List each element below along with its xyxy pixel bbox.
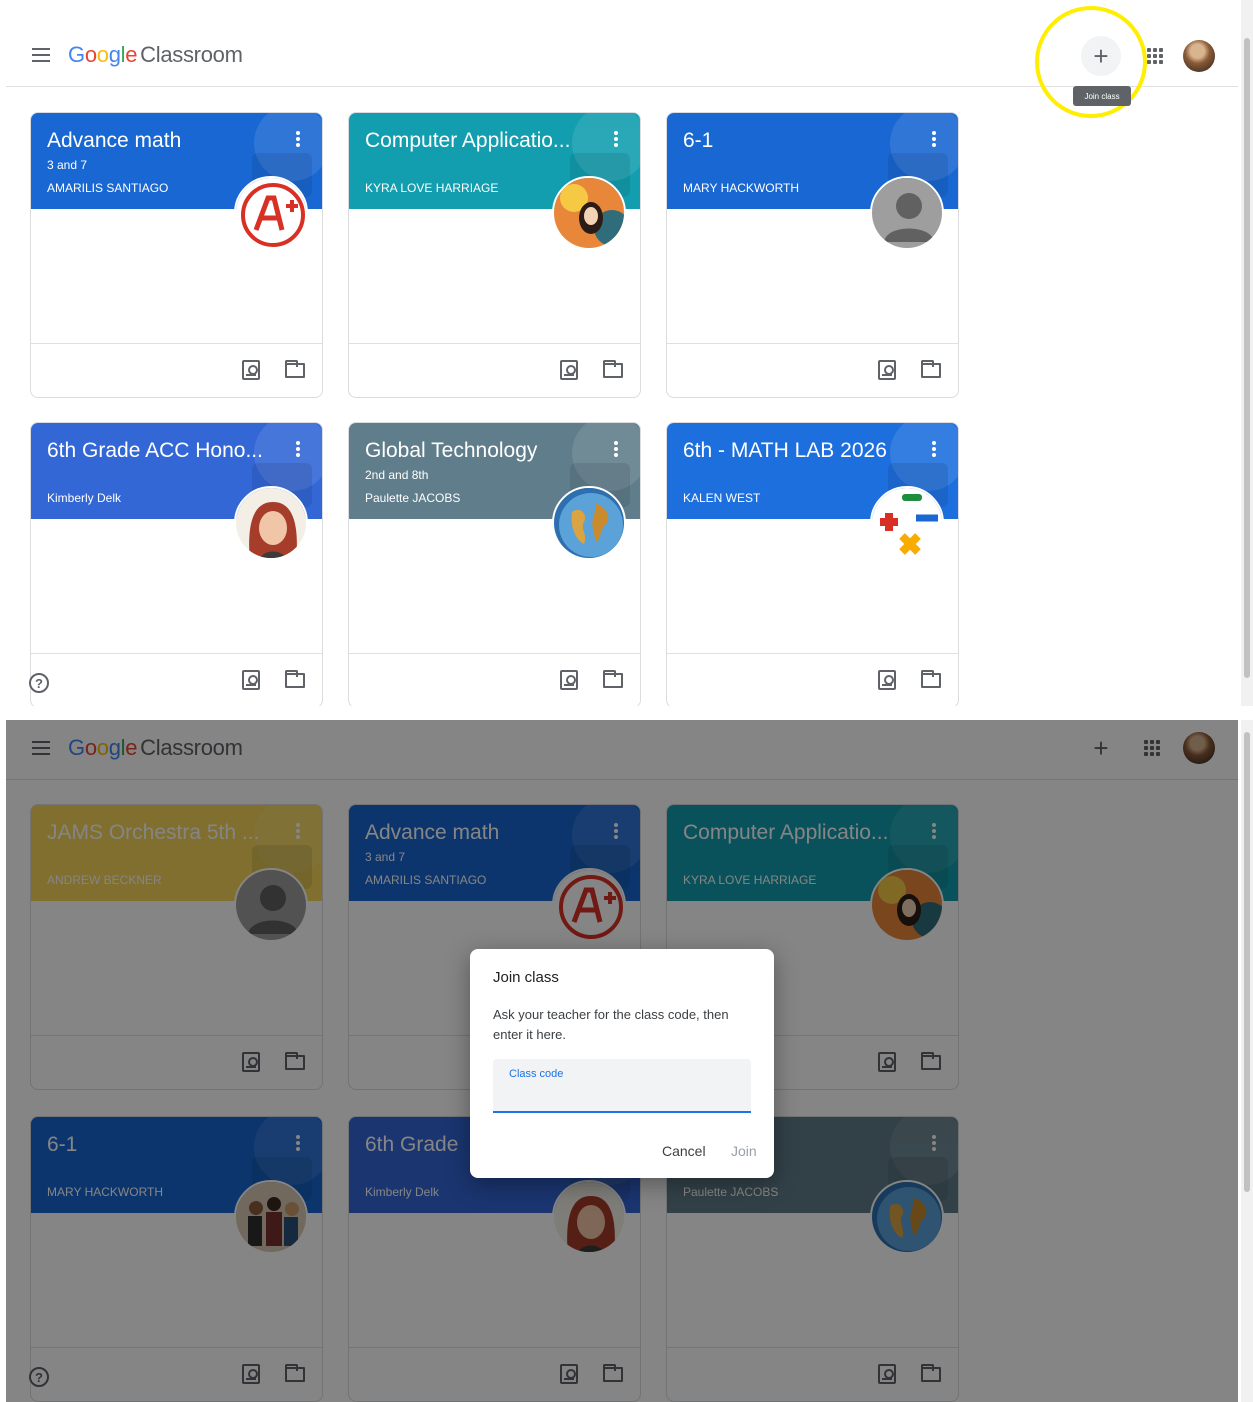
account-avatar[interactable]: [1183, 40, 1215, 72]
more-options-icon[interactable]: [614, 441, 618, 457]
apps-grid-icon: [1147, 48, 1163, 64]
cancel-button[interactable]: Cancel: [662, 1143, 706, 1159]
teacher-name[interactable]: MARY HACKWORTH: [683, 181, 799, 195]
class-card[interactable]: Computer Applicatio... KYRA LOVE HARRIAGE: [348, 112, 641, 398]
google-classroom-logo[interactable]: Google Classroom: [68, 42, 243, 68]
class-card[interactable]: Global Technology 2nd and 8th Paulette JAC…: [348, 422, 641, 706]
main-menu-icon[interactable]: [32, 48, 50, 62]
class-code-field[interactable]: Class code: [493, 1059, 751, 1113]
card-footer: [31, 653, 322, 706]
teacher-name[interactable]: Kimberly Delk: [47, 491, 121, 505]
class-title[interactable]: Global Technology: [365, 439, 592, 463]
dialog-title: Join class: [493, 969, 559, 986]
page-scrollbar[interactable]: [1241, 0, 1253, 706]
class-code-input[interactable]: [509, 1085, 735, 1105]
teacher-name[interactable]: Paulette JACOBS: [365, 491, 460, 505]
class-title[interactable]: Computer Applicatio...: [365, 129, 592, 153]
class-drive-folder-icon[interactable]: [285, 670, 305, 688]
join-class-dialog: Join class Ask your teacher for the clas…: [470, 949, 774, 1178]
more-options-icon[interactable]: [296, 131, 300, 147]
class-section: 3 and 7: [47, 158, 88, 172]
class-card[interactable]: 6th Grade ACC Hono... Kimberly Delk: [30, 422, 323, 706]
class-title[interactable]: 6th Grade ACC Hono...: [47, 439, 274, 463]
class-title[interactable]: 6-1: [683, 129, 910, 153]
dialog-description: Ask your teacher for the class code, the…: [493, 1007, 729, 1042]
classroom-home-join-dialog: Google Classroom + JAMS Orchestra 5th ...…: [6, 720, 1238, 1402]
your-work-icon[interactable]: [878, 670, 896, 690]
more-options-icon[interactable]: [932, 441, 936, 457]
teacher-photo: [234, 176, 308, 250]
class-drive-folder-icon[interactable]: [603, 360, 623, 378]
more-options-icon[interactable]: [614, 131, 618, 147]
card-footer: [31, 343, 322, 397]
teacher-photo: [552, 486, 626, 560]
more-options-icon[interactable]: [932, 131, 936, 147]
class-card[interactable]: 6th - MATH LAB 2026 KALEN WEST: [666, 422, 959, 706]
class-title[interactable]: Advance math: [47, 129, 274, 153]
join-class-tooltip: Join class: [1073, 86, 1131, 106]
class-drive-folder-icon[interactable]: [921, 360, 941, 378]
join-button[interactable]: Join: [731, 1143, 757, 1159]
your-work-icon[interactable]: [560, 670, 578, 690]
card-footer: [667, 653, 958, 706]
class-card[interactable]: Advance math 3 and 7 AMARILIS SANTIAGO: [30, 112, 323, 398]
teacher-photo: [870, 486, 944, 560]
class-section: 2nd and 8th: [365, 468, 429, 482]
teacher-photo: [552, 176, 626, 250]
card-footer: [349, 343, 640, 397]
your-work-icon[interactable]: [878, 360, 896, 380]
card-footer: [349, 653, 640, 706]
your-work-icon[interactable]: [560, 360, 578, 380]
your-work-icon[interactable]: [242, 360, 260, 380]
your-work-icon[interactable]: [242, 670, 260, 690]
classroom-home-before: Google Classroom + Join class Advance mat…: [6, 0, 1238, 706]
class-code-label: Class code: [509, 1068, 564, 1080]
class-drive-folder-icon[interactable]: [603, 670, 623, 688]
page-scrollbar[interactable]: [1241, 720, 1253, 1402]
class-title[interactable]: 6th - MATH LAB 2026: [683, 439, 910, 463]
teacher-photo: [870, 176, 944, 250]
teacher-name[interactable]: KYRA LOVE HARRIAGE: [365, 181, 498, 195]
class-card[interactable]: 6-1 MARY HACKWORTH: [666, 112, 959, 398]
class-drive-folder-icon[interactable]: [921, 670, 941, 688]
teacher-photo: [234, 486, 308, 560]
more-options-icon[interactable]: [296, 441, 300, 457]
card-footer: [667, 343, 958, 397]
teacher-name[interactable]: KALEN WEST: [683, 491, 760, 505]
teacher-name[interactable]: AMARILIS SANTIAGO: [47, 181, 168, 195]
class-drive-folder-icon[interactable]: [285, 360, 305, 378]
help-icon[interactable]: ?: [29, 673, 49, 693]
